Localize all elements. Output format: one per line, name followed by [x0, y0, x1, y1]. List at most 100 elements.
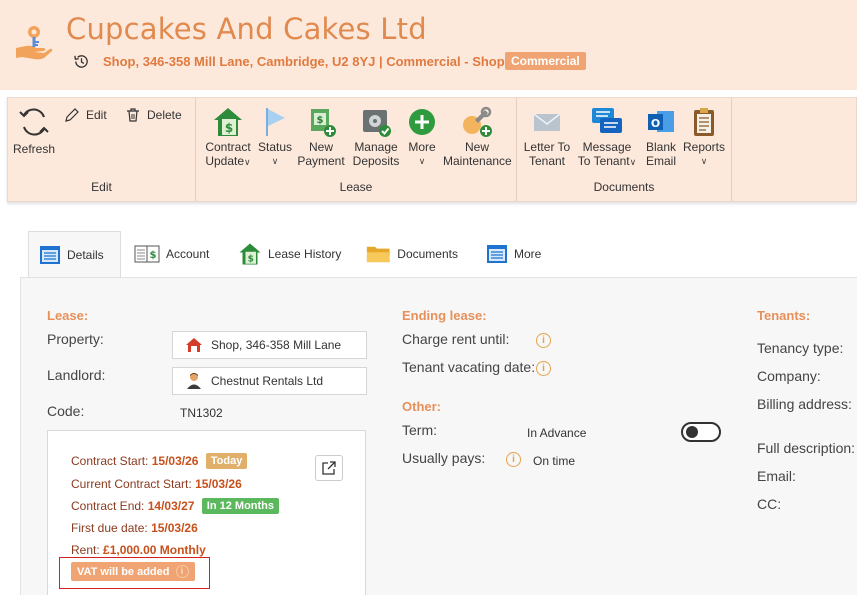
- rent-row: Rent: £1,000.00 Monthly: [71, 543, 206, 557]
- svg-text:$: $: [150, 250, 157, 261]
- current-contract-start-row: Current Contract Start: 15/03/26: [71, 477, 242, 491]
- lease-heading: Lease:: [47, 308, 89, 323]
- tab-lease-history[interactable]: $ Lease History: [228, 231, 354, 277]
- info-icon[interactable]: i: [536, 333, 551, 348]
- maintenance-icon: [463, 106, 492, 137]
- details-icon: [40, 246, 60, 264]
- billing-address-label: Billing address:: [757, 396, 852, 412]
- edit-label: Edit: [86, 108, 107, 122]
- usually-pays-value: On time: [533, 454, 576, 468]
- edit-button[interactable]: Edit: [64, 107, 107, 123]
- clipboard-icon: [694, 108, 714, 136]
- contract-end-row: Contract End: 14/03/27 In 12 Months: [71, 498, 280, 514]
- charge-rent-label: Charge rent until:: [402, 331, 510, 347]
- status-button[interactable]: Status ∨: [257, 106, 293, 168]
- tab-details[interactable]: Details: [28, 231, 121, 278]
- new-maintenance-label-2: Maintenance: [443, 154, 512, 168]
- message-label: Message: [582, 140, 632, 154]
- tenants-heading: Tenants:: [757, 308, 811, 323]
- page-header: Cupcakes And Cakes Ltd Shop, 346-358 Mil…: [0, 0, 857, 90]
- cc-label: CC:: [757, 496, 782, 512]
- svg-text:O: O: [651, 117, 660, 130]
- open-external-button[interactable]: [315, 455, 343, 481]
- plus-circle-icon: [409, 109, 435, 135]
- letter-label-2: Tenant: [528, 154, 566, 168]
- landlord-value: Chestnut Rentals Ltd: [211, 374, 324, 388]
- property-subtitle: Shop, 346-358 Mill Lane, Cambridge, U2 8…: [103, 54, 512, 69]
- info-icon[interactable]: i: [506, 452, 521, 467]
- tenancy-type-label: Tenancy type:: [757, 340, 844, 356]
- contract-update-button[interactable]: $ Contract Update∨: [201, 106, 255, 169]
- new-payment-button[interactable]: $ New Payment: [295, 106, 347, 168]
- more-lease-button[interactable]: More ∨: [404, 106, 440, 168]
- ending-lease-heading: Ending lease:: [402, 308, 487, 323]
- tab-label: Documents: [397, 247, 458, 261]
- letter-to-tenant-button[interactable]: Letter To Tenant: [521, 106, 573, 168]
- person-icon: [187, 373, 201, 389]
- contract-start-row: Contract Start: 15/03/26 Today: [71, 453, 248, 469]
- tab-label: More: [514, 247, 542, 261]
- refresh-label: Refresh: [12, 142, 56, 156]
- tab-label: Lease History: [268, 247, 342, 261]
- contract-update-label: Contract: [205, 140, 251, 154]
- tab-account[interactable]: $ Account: [124, 231, 224, 277]
- current-start-label: Current Contract Start:: [71, 477, 192, 491]
- house-dollar-icon: $: [239, 243, 261, 265]
- svg-text:$: $: [317, 115, 324, 126]
- term-toggle[interactable]: [681, 422, 721, 442]
- contract-start-value: 15/03/26: [151, 454, 199, 468]
- landlord-label: Landlord:: [47, 367, 106, 383]
- first-due-label: First due date:: [71, 521, 148, 535]
- new-payment-label-2: Payment: [297, 154, 345, 168]
- toggle-knob: [686, 426, 698, 438]
- envelope-icon: [533, 113, 561, 131]
- chevron-down-icon: ∨: [700, 156, 708, 166]
- new-maintenance-button[interactable]: New Maintenance: [443, 106, 512, 168]
- today-badge: Today: [205, 453, 248, 469]
- manage-deposits-label-2: Deposits: [352, 154, 400, 168]
- other-heading: Other:: [402, 399, 441, 414]
- vat-text: VAT will be added: [77, 565, 170, 578]
- folder-icon: [366, 246, 391, 263]
- tab-documents[interactable]: Documents: [356, 231, 468, 277]
- refresh-button[interactable]: Refresh: [12, 104, 56, 156]
- tenant-vacating-label: Tenant vacating date:: [402, 359, 536, 375]
- letter-label: Letter To: [523, 140, 571, 154]
- company-label: Company:: [757, 368, 821, 384]
- history-icon[interactable]: [73, 53, 90, 70]
- house-icon: [186, 338, 202, 352]
- tab-label: Account: [166, 247, 210, 261]
- chat-icon: [592, 108, 622, 133]
- property-value: Shop, 346-358 Mill Lane: [211, 338, 342, 352]
- message-to-tenant-button[interactable]: Message To Tenant∨: [574, 106, 640, 169]
- outlook-icon: O: [648, 111, 674, 132]
- reports-button[interactable]: Reports ∨: [682, 106, 726, 168]
- more-label: More: [408, 140, 436, 154]
- tab-more[interactable]: More: [476, 231, 556, 277]
- landlord-field[interactable]: Chestnut Rentals Ltd: [172, 367, 367, 395]
- term-label: Term:: [402, 422, 437, 438]
- info-icon[interactable]: i: [536, 361, 551, 376]
- new-payment-label: New: [308, 140, 333, 154]
- blank-email-label-2: Email: [645, 154, 676, 168]
- ribbon-group-label: Edit: [91, 180, 112, 194]
- new-maintenance-label: New: [464, 140, 489, 154]
- current-start-value: 15/03/26: [195, 477, 242, 491]
- ribbon-group-documents: Letter To Tenant Message To Tenant∨ O Bl…: [517, 98, 732, 201]
- refresh-icon: [19, 108, 49, 136]
- house-dollar-icon: $: [214, 108, 242, 136]
- vat-badge: VAT will be added i: [71, 562, 195, 581]
- usually-pays-label: Usually pays:: [402, 450, 486, 466]
- term-value: In Advance: [527, 426, 587, 440]
- property-field[interactable]: Shop, 346-358 Mill Lane: [172, 331, 367, 359]
- code-value: TN1302: [180, 406, 223, 420]
- chevron-down-icon: ∨: [418, 156, 426, 166]
- delete-button[interactable]: Delete: [125, 107, 182, 123]
- rent-value: £1,000.00: [103, 543, 157, 557]
- blank-email-button[interactable]: O Blank Email: [641, 106, 681, 168]
- first-due-value: 15/03/26: [151, 521, 198, 535]
- code-label: Code:: [47, 403, 85, 419]
- info-icon[interactable]: i: [175, 565, 189, 578]
- manage-deposits-button[interactable]: Manage Deposits: [348, 106, 404, 168]
- page-title: Cupcakes And Cakes Ltd: [66, 12, 427, 46]
